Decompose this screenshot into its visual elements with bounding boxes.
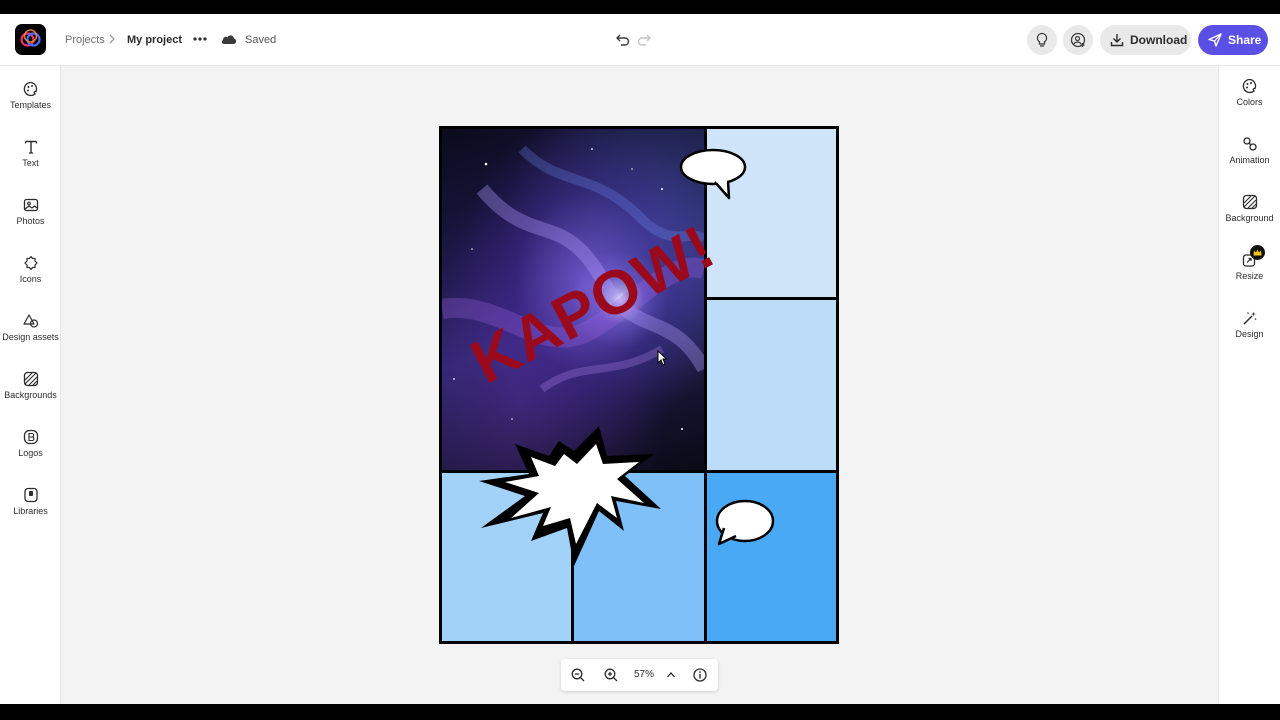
sidebar-item-label: Animation <box>1229 155 1270 165</box>
zoom-toolbar: 57% <box>561 659 718 691</box>
background-icon <box>1242 194 1257 210</box>
sidebar-item-label: Templates <box>9 100 52 110</box>
mouse-cursor-icon <box>657 349 668 371</box>
redo-icon <box>637 34 651 46</box>
chevron-up-icon <box>667 672 675 678</box>
magic-wand-icon <box>1242 311 1256 325</box>
sidebar-item-text[interactable]: Text <box>0 139 61 183</box>
download-icon <box>1110 34 1124 47</box>
zoom-options-button[interactable] <box>663 667 679 683</box>
crown-icon <box>1253 249 1262 256</box>
sidebar-item-design-assets[interactable]: Design assets <box>0 313 61 357</box>
premium-crown-badge <box>1250 245 1265 260</box>
templates-icon <box>23 81 37 97</box>
breadcrumb-current-project[interactable]: My project <box>127 34 182 46</box>
sidebar-item-backgrounds[interactable]: Backgrounds <box>0 371 61 415</box>
send-icon <box>1208 33 1222 47</box>
libraries-icon <box>23 487 38 503</box>
sidebar-item-logos[interactable]: Logos <box>0 429 61 473</box>
sidebar-item-label: Libraries <box>13 506 48 516</box>
icons-icon <box>23 255 38 271</box>
save-status: Saved <box>245 34 277 46</box>
zoom-in-icon <box>604 668 618 682</box>
share-label: Share <box>1228 33 1262 47</box>
sidebar-item-label: Photos <box>16 216 45 226</box>
chevron-right-icon <box>108 32 116 50</box>
more-dots-icon <box>193 37 207 41</box>
sidebar-item-label: Design assets <box>2 332 59 342</box>
sidebar-item-label: Resize <box>1235 271 1264 281</box>
cloud-icon <box>220 32 238 50</box>
sidebar-item-icons[interactable]: Icons <box>0 255 61 299</box>
left-sidebar: Templates Text Photos Icons Design asset… <box>0 66 61 704</box>
sidebar-item-photos[interactable]: Photos <box>0 197 61 241</box>
animation-icon <box>1242 137 1257 151</box>
sidebar-item-colors[interactable]: Colors <box>1219 78 1280 122</box>
design-assets-icon <box>22 314 38 328</box>
sidebar-item-libraries[interactable]: Libraries <box>0 487 61 531</box>
lightbulb-icon <box>1036 32 1048 47</box>
invite-button[interactable] <box>1063 25 1093 55</box>
sidebar-item-label: Icons <box>19 274 42 284</box>
sidebar-item-design[interactable]: Design <box>1219 310 1280 354</box>
undo-icon <box>616 34 630 46</box>
right-sidebar: Colors Animation Background Resize Desig… <box>1218 66 1280 704</box>
backgrounds-icon <box>23 371 38 387</box>
zoom-level[interactable]: 57% <box>634 669 654 680</box>
sidebar-item-templates[interactable]: Templates <box>0 81 61 125</box>
info-icon <box>693 668 707 682</box>
zoom-out-icon <box>571 668 585 682</box>
palette-icon <box>1242 78 1256 94</box>
sidebar-item-resize[interactable]: Resize <box>1219 252 1280 296</box>
share-button[interactable]: Share <box>1198 25 1268 55</box>
sidebar-item-label: Backgrounds <box>4 390 57 400</box>
creative-cloud-logo-icon <box>20 29 41 47</box>
download-button[interactable]: Download <box>1100 25 1191 55</box>
download-label: Download <box>1130 33 1188 47</box>
logos-icon <box>23 429 38 445</box>
comic-panel-right-middle[interactable] <box>707 300 836 470</box>
info-button[interactable] <box>692 667 708 683</box>
comic-panel-bottom-middle[interactable] <box>574 473 704 641</box>
breadcrumb-projects[interactable]: Projects <box>65 34 105 46</box>
undo-button[interactable] <box>615 31 631 52</box>
text-icon <box>24 140 37 154</box>
zoom-in-button[interactable] <box>603 667 619 683</box>
sidebar-item-label: Text <box>22 158 39 168</box>
sidebar-item-background[interactable]: Background <box>1219 194 1280 238</box>
top-bar: Projects My project Saved Download Share <box>0 14 1280 66</box>
comic-panel-bottom-right[interactable] <box>707 473 836 641</box>
more-options-button[interactable] <box>191 31 209 47</box>
sidebar-item-label: Background <box>1225 213 1274 223</box>
comic-panel-right-top[interactable] <box>707 129 836 297</box>
tips-button[interactable] <box>1027 25 1057 55</box>
app-window: Projects My project Saved Download Share… <box>0 14 1280 704</box>
comic-panel-bottom-left[interactable] <box>442 473 571 641</box>
sidebar-item-label: Colors <box>1236 97 1263 107</box>
app-logo[interactable] <box>15 24 46 55</box>
zoom-out-button[interactable] <box>570 667 586 683</box>
sidebar-item-label: Logos <box>18 448 43 458</box>
photos-icon <box>23 198 38 212</box>
user-add-icon <box>1070 32 1086 48</box>
sidebar-item-label: Design <box>1235 329 1264 339</box>
redo-button[interactable] <box>636 31 652 52</box>
sidebar-item-animation[interactable]: Animation <box>1219 136 1280 180</box>
